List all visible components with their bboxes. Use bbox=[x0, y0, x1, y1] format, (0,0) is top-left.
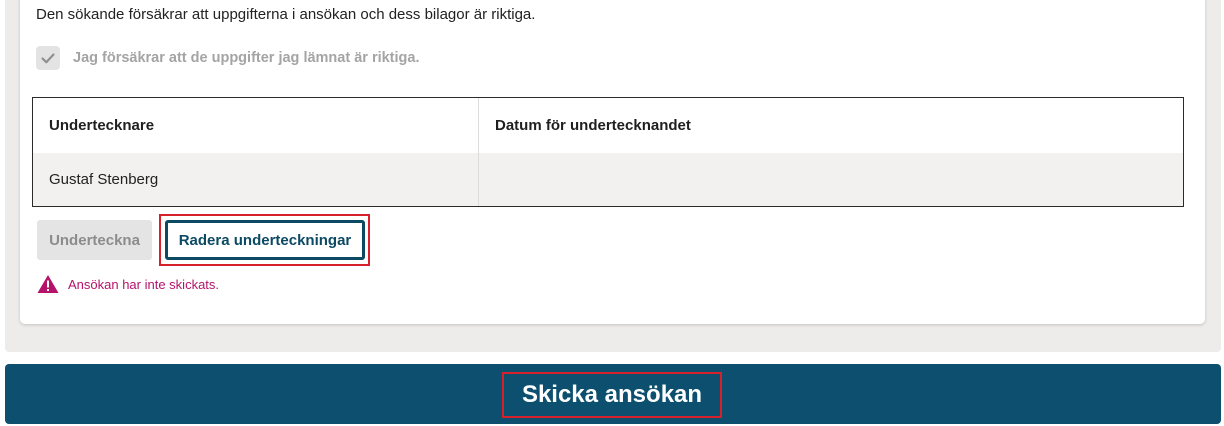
declaration-checkbox-label: Jag försäkrar att de uppgifter jag lämna… bbox=[73, 50, 420, 66]
sign-button[interactable]: Underteckna bbox=[37, 220, 152, 260]
table-header-row: Undertecknare Datum för undertecknandet bbox=[33, 98, 1183, 153]
column-header-date: Datum för undertecknandet bbox=[495, 117, 691, 134]
declaration-checkbox[interactable] bbox=[36, 46, 60, 70]
checkmark-icon bbox=[41, 53, 55, 64]
signatures-table: Undertecknare Datum för undertecknandet … bbox=[32, 97, 1184, 207]
declaration-text: Den sökande försäkrar att uppgifterna i … bbox=[36, 6, 536, 23]
declaration-checkbox-row[interactable]: Jag försäkrar att de uppgifter jag lämna… bbox=[36, 46, 420, 70]
warning-triangle-icon bbox=[37, 275, 59, 293]
signer-name-cell: Gustaf Stenberg bbox=[33, 153, 479, 206]
delete-signatures-button[interactable]: Radera underteckningar bbox=[165, 220, 365, 260]
status-message-text: Ansökan har inte skickats. bbox=[68, 276, 220, 292]
signing-date-cell bbox=[479, 153, 1183, 206]
table-row: Gustaf Stenberg bbox=[33, 153, 1183, 206]
column-header-signer: Undertecknare bbox=[33, 98, 479, 153]
submit-application-button[interactable]: Skicka ansökan bbox=[502, 372, 722, 418]
status-message: Ansökan har inte skickats. bbox=[37, 274, 219, 294]
